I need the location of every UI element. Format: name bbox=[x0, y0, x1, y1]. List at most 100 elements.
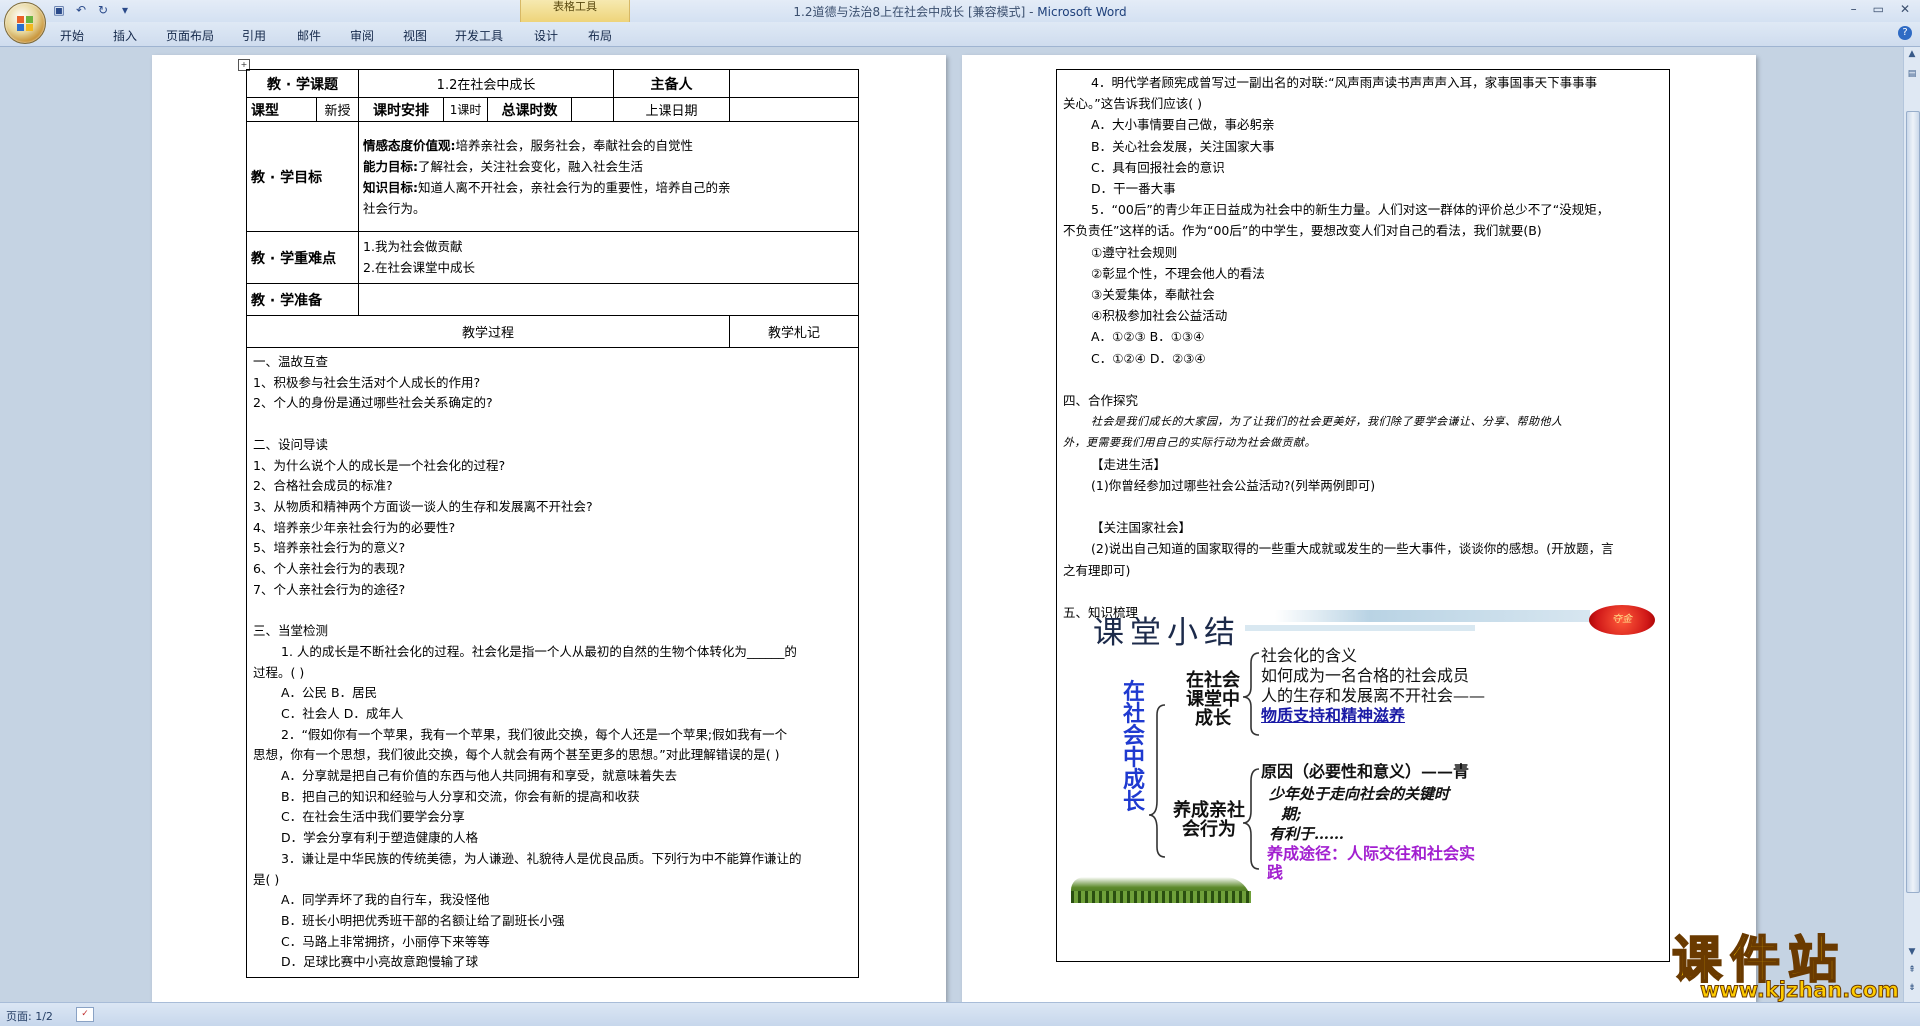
process-line: 过程。( ) bbox=[253, 664, 305, 680]
page-indicator[interactable]: 页面: 1/2 bbox=[6, 1008, 53, 1024]
tab-view[interactable]: 视图 bbox=[403, 27, 427, 44]
tab-mailings[interactable]: 邮件 bbox=[297, 27, 321, 44]
tab-developer[interactable]: 开发工具 bbox=[455, 27, 503, 44]
document-title: 1.2道德与法治8上在社会中成长 [兼容模式] bbox=[793, 5, 1026, 19]
schedule-label: 课时安排 bbox=[358, 97, 445, 122]
summary-item-1: 社会化的含义 bbox=[1261, 646, 1358, 665]
redo-icon[interactable]: ↻ bbox=[96, 3, 110, 17]
notes-header: 教学札记 bbox=[729, 315, 860, 348]
save-icon[interactable]: ▣ bbox=[52, 3, 66, 17]
prep-cell[interactable] bbox=[358, 283, 860, 316]
process-line: 5、培养亲社会行为的意义? bbox=[253, 540, 406, 556]
summary-item-3: 人的生存和发展离不开社会—— bbox=[1261, 686, 1486, 705]
process-line: 2．“假如你有一个苹果，我有一个苹果，我们彼此交换，每个人还是一个苹果;假如我有… bbox=[281, 726, 788, 742]
scroll-up-icon[interactable]: ▲ bbox=[1906, 49, 1918, 61]
process-line: 4、培养亲少年亲社会行为的必要性? bbox=[253, 519, 456, 535]
summary-item-9: 养成途径：人际交往和社会实 bbox=[1267, 844, 1476, 863]
title-bar: 1.2道德与法治8上在社会中成长 [兼容模式] - Microsoft Word… bbox=[0, 0, 1920, 23]
proofing-icon[interactable]: ✓ bbox=[76, 1007, 94, 1022]
title-value[interactable]: 1.2在社会中成长 bbox=[358, 69, 615, 98]
preparer-value[interactable] bbox=[729, 69, 860, 98]
tab-page-layout[interactable]: 页面布局 bbox=[166, 27, 214, 44]
text-line: C．具有回报社会的意识 bbox=[1091, 159, 1225, 175]
summary-item-8: 有利于…… bbox=[1269, 825, 1345, 843]
scroll-thumb[interactable] bbox=[1906, 111, 1920, 893]
process-line: 2、合格社会成员的标准? bbox=[253, 478, 393, 494]
text-line: 5．“00后”的青少年正日益成为社会中的新生力量。人们对这一群体的评价总少不了“… bbox=[1091, 202, 1610, 218]
process-line: 3、从物质和精神两个方面谈一谈人的生存和发展离不开社会? bbox=[253, 498, 593, 514]
text-line: ③关爱集体，奉献社会 bbox=[1091, 287, 1215, 303]
text-line: 不负责任”这样的话。作为“00后”的中学生，要想改变人们对自己的看法，我们就要(… bbox=[1063, 223, 1542, 239]
help-icon[interactable]: ? bbox=[1898, 26, 1912, 40]
close-button[interactable]: ✕ bbox=[1900, 2, 1910, 16]
total-label: 总课时数 bbox=[487, 97, 573, 122]
tab-layout[interactable]: 布局 bbox=[588, 27, 612, 44]
goal3-text-cont: 社会行为。 bbox=[363, 200, 426, 216]
text-line: A．大小事情要自己做，事必躬亲 bbox=[1091, 117, 1275, 133]
root-node: 在社会中成长 bbox=[1122, 679, 1145, 815]
text-line: ②彰显个性，不理会他人的看法 bbox=[1091, 265, 1265, 281]
text-line: 四、合作探究 bbox=[1063, 393, 1139, 409]
text-line: 【走进生活】 bbox=[1091, 456, 1167, 472]
summary-item-6: 少年处于走向社会的关键时 bbox=[1269, 785, 1450, 803]
process-line: B．班长小明把优秀班干部的名额让给了副班长小强 bbox=[281, 912, 565, 928]
tab-design[interactable]: 设计 bbox=[534, 27, 558, 44]
process-line: 1. 人的成长是不断社会化的过程。社会化是指一个人从最初的自然的生物个体转化为_… bbox=[281, 643, 797, 659]
tab-review[interactable]: 审阅 bbox=[350, 27, 374, 44]
process-line: 1、积极参与社会生活对个人成长的作用? bbox=[253, 374, 481, 390]
process-line: 一、温故互查 bbox=[253, 354, 329, 369]
maximize-button[interactable]: ▭ bbox=[1873, 2, 1884, 16]
customize-qat-icon[interactable]: ▾ bbox=[118, 3, 132, 17]
goal1-text: 培养亲社会，服务社会，奉献社会的自觉性 bbox=[455, 137, 694, 153]
office-button[interactable] bbox=[4, 2, 46, 44]
process-line: 2、个人的身份是通过哪些社会关系确定的? bbox=[253, 395, 493, 411]
process-body[interactable]: 一、温故互查 1、积极参与社会生活对个人成长的作用? 2、个人的身份是通过哪些社会关… bbox=[245, 346, 860, 979]
process-line: 思想，你有一个思想，我们彼此交换，每个人就会有两个甚至更多的思想。”对此理解错误… bbox=[253, 747, 780, 763]
process-line: A．分享就是把自己有价值的东西与他人共同拥有和享受，就意味着失去 bbox=[281, 768, 678, 784]
right-page-text[interactable]: 4．明代学者顾宪成曾写过一副出名的对联:“风声雨声读书声声声入耳，家事国事天下事… bbox=[1063, 72, 1663, 623]
process-line: B．把自己的知识和经验与人分享和交流，你会有新的提高和收获 bbox=[281, 788, 640, 804]
tab-home[interactable]: 开始 bbox=[60, 27, 84, 44]
prep-label: 教 · 学准备 bbox=[245, 283, 360, 316]
process-line: C．马路上非常拥挤，小丽停下来等等 bbox=[281, 933, 490, 949]
date-value[interactable] bbox=[729, 97, 860, 122]
site-watermark: 课件站 www.kjzhan.com bbox=[1671, 920, 1912, 1003]
undo-icon[interactable]: ↶ bbox=[74, 3, 88, 17]
branch-node-classroom: 在社会 课堂中 成长 bbox=[1186, 670, 1240, 729]
text-line: 社会是我们成长的大家园，为了让我们的社会更美好，我们除了要学会谦让、分享、帮助他… bbox=[1091, 415, 1563, 429]
text-line: 关心。”这告诉我们应该( ) bbox=[1063, 96, 1202, 112]
key-label: 教 · 学重难点 bbox=[245, 231, 360, 284]
type-value[interactable]: 新授 bbox=[316, 97, 360, 122]
process-line: 三、当堂检测 bbox=[253, 623, 329, 639]
process-line: 3．谦让是中华民族的传统美德，为人谦逊、礼貌待人是优良品质。下列行为中不能算作谦… bbox=[281, 850, 802, 866]
key-point-2: 2.在社会课堂中成长 bbox=[363, 259, 475, 275]
process-line: C．社会人 D．成年人 bbox=[281, 705, 404, 721]
total-value[interactable] bbox=[571, 97, 615, 122]
summary-item-4: 物质支持和精神滋养 bbox=[1261, 706, 1406, 725]
text-line: 4．明代学者顾宪成曾写过一副出名的对联:“风声雨声读书声声声入耳，家事国事天下事… bbox=[1091, 75, 1598, 90]
goals-cell[interactable]: 情感态度价值观:培养亲社会，服务社会，奉献社会的自觉性 能力目标:了解社会，关注… bbox=[358, 121, 860, 232]
ruler-toggle-icon[interactable]: ▤ bbox=[1906, 69, 1918, 81]
preparer-label: 主备人 bbox=[613, 69, 731, 98]
process-line: D．足球比赛中小亮故意跑慢输了球 bbox=[281, 954, 479, 970]
office-logo-icon bbox=[17, 16, 33, 31]
tab-references[interactable]: 引用 bbox=[242, 27, 266, 44]
summary-item-5: 原因（必要性和意义）——青 bbox=[1261, 762, 1470, 781]
text-line: ①遵守社会规则 bbox=[1091, 244, 1178, 260]
text-line: (1)你曾经参加过哪些社会公益活动?(列举两例即可) bbox=[1091, 477, 1376, 493]
process-line: 7、个人亲社会行为的途径? bbox=[253, 581, 406, 597]
key-cell[interactable]: 1.我为社会做贡献 2.在社会课堂中成长 bbox=[358, 231, 860, 284]
minimize-button[interactable]: – bbox=[1851, 2, 1857, 16]
tab-insert[interactable]: 插入 bbox=[113, 27, 137, 44]
text-line: C．①②④ D．②③④ bbox=[1091, 350, 1206, 366]
branch-node-prosocial: 养成亲社 会行为 bbox=[1173, 800, 1245, 840]
watermark-url: www.kjzhan.com bbox=[1699, 978, 1900, 1003]
process-line: A．同学弄坏了我的自行车，我没怪他 bbox=[281, 892, 490, 908]
ribbon-tabs: 开始 插入 页面布局 引用 邮件 审阅 视图 开发工具 设计 布局 bbox=[0, 22, 1920, 47]
type-label: 课型 bbox=[246, 97, 317, 122]
schedule-value[interactable]: 1课时 bbox=[443, 97, 489, 122]
vertical-scrollbar[interactable]: ▲ ▤ ▼ ⇞ ⇟ bbox=[1903, 47, 1920, 1002]
